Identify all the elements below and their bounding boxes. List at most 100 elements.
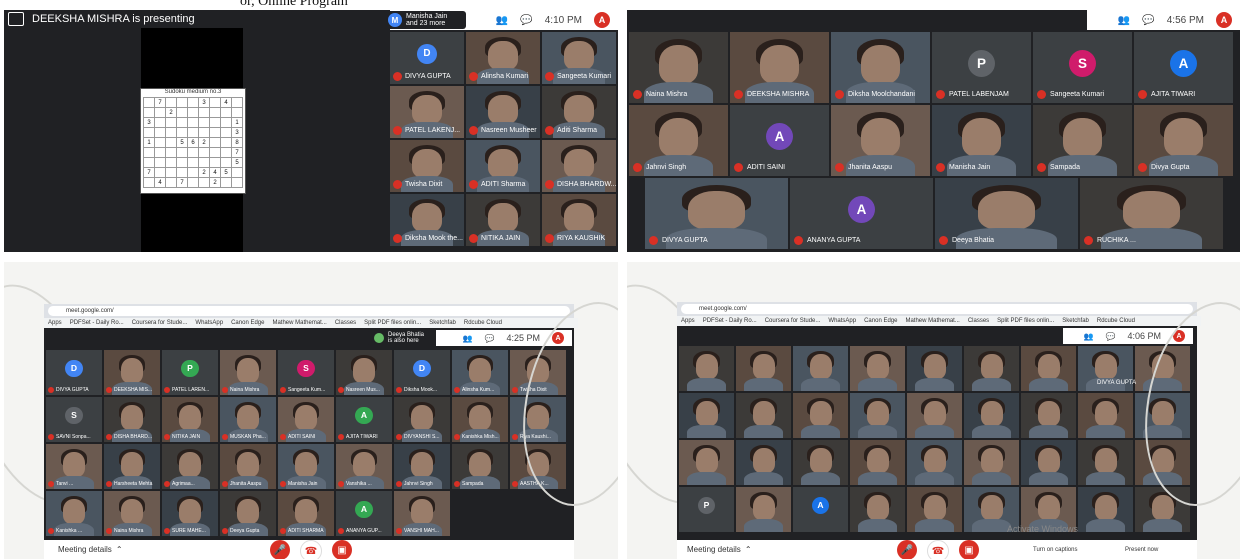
participant-tile[interactable] xyxy=(907,393,962,438)
participant-tile[interactable] xyxy=(736,487,791,532)
participant-tile[interactable]: S Sangeeta Kumari xyxy=(1033,32,1132,103)
bookmark-item[interactable]: Mathew Mathemat... xyxy=(272,320,326,326)
participant-tile[interactable]: Sangeeta Kumari xyxy=(542,32,616,84)
address-bar[interactable]: meet.google.com/ xyxy=(681,304,1193,314)
participant-tile[interactable]: RIYA KAUSHIK xyxy=(542,194,616,246)
participant-tile[interactable]: Nasreen Mus... xyxy=(336,350,392,395)
turn-on-captions-button[interactable]: Turn on captions xyxy=(1033,547,1077,553)
bookmark-item[interactable]: PDFSet - Daily Ro... xyxy=(703,318,757,324)
meeting-details[interactable]: Meeting details xyxy=(687,545,741,554)
bookmark-item[interactable]: Canon Edge xyxy=(864,318,897,324)
participants-icon[interactable]: 👥 xyxy=(1084,332,1094,341)
mic-off-button[interactable]: 🎤 xyxy=(897,540,917,559)
participant-tile[interactable]: S Sangeeta Kum... xyxy=(278,350,334,395)
participant-tile[interactable]: Alinsha Kum... xyxy=(452,350,508,395)
participant-tile[interactable]: DEEKSHA MISHRA xyxy=(730,32,829,103)
participant-tile[interactable]: DISHA BHARDW... xyxy=(542,140,616,192)
participant-tile[interactable] xyxy=(1135,487,1190,532)
participant-tile[interactable]: ADITI SAINI xyxy=(278,397,334,442)
camera-off-button[interactable]: ▣ xyxy=(332,540,352,559)
chat-icon[interactable]: 💬 xyxy=(485,334,495,343)
participant-tile[interactable]: Naina Mishra xyxy=(104,491,160,536)
participant-tile[interactable]: P PATEL LAREN... xyxy=(162,350,218,395)
bookmark-item[interactable]: Sketchfab xyxy=(429,320,456,326)
bookmark-item[interactable]: Split PDF files onlin... xyxy=(364,320,421,326)
participant-tile[interactable] xyxy=(679,440,734,485)
bookmark-item[interactable]: Rdcube Cloud xyxy=(1097,318,1135,324)
participant-tile[interactable] xyxy=(850,440,905,485)
participant-tile[interactable] xyxy=(907,346,962,391)
participant-tile[interactable]: Manisha Jain xyxy=(278,444,334,489)
participant-tile[interactable] xyxy=(850,393,905,438)
participant-tile[interactable] xyxy=(1135,393,1190,438)
participant-tile[interactable] xyxy=(1135,440,1190,485)
camera-off-button[interactable]: ▣ xyxy=(959,540,979,559)
participant-tile[interactable] xyxy=(1021,346,1076,391)
bookmark-item[interactable]: Canon Edge xyxy=(231,320,264,326)
participant-tile[interactable]: Kanishka ... xyxy=(46,491,102,536)
participant-tile[interactable]: Manisha Jain xyxy=(932,105,1031,176)
participant-tile[interactable] xyxy=(1078,487,1133,532)
participant-tile[interactable]: A ADITI SAINI xyxy=(730,105,829,176)
participant-tile[interactable] xyxy=(964,393,1019,438)
bookmark-item[interactable]: Split PDF files onlin... xyxy=(997,318,1054,324)
self-avatar[interactable]: A xyxy=(594,12,610,28)
participant-tile[interactable] xyxy=(1135,346,1190,391)
participant-tile[interactable]: Jhanita Aaspu xyxy=(831,105,930,176)
bookmark-item[interactable]: PDFSet - Daily Ro... xyxy=(70,320,124,326)
participant-tile[interactable] xyxy=(679,393,734,438)
address-bar[interactable]: meet.google.com/ xyxy=(48,306,570,316)
participant-tile[interactable]: ADITI SHARMA xyxy=(278,491,334,536)
participant-tile[interactable]: Twisha Dixit xyxy=(390,140,464,192)
chat-icon[interactable]: 💬 xyxy=(1142,15,1154,26)
participant-tile[interactable]: AASTHA K... xyxy=(510,444,566,489)
participant-tile[interactable]: PATEL LAKENJ... xyxy=(390,86,464,138)
participants-icon[interactable]: 👥 xyxy=(463,334,473,343)
participant-tile[interactable]: A ANANYA GUP... xyxy=(336,491,392,536)
participant-tile[interactable]: P xyxy=(679,487,734,532)
participant-tile[interactable] xyxy=(736,346,791,391)
participant-tile[interactable] xyxy=(679,346,734,391)
participant-tile[interactable]: Agrimaa... xyxy=(162,444,218,489)
participants-icon[interactable]: 👥 xyxy=(1118,15,1130,26)
participant-tile[interactable]: NITIKA JAIN xyxy=(466,194,540,246)
present-now-button[interactable]: Present now xyxy=(1125,547,1158,553)
participant-tile[interactable]: ADITI Sharma xyxy=(466,140,540,192)
participant-tile[interactable]: SURE MAHE... xyxy=(162,491,218,536)
chevron-up-icon[interactable]: ⌃ xyxy=(745,545,752,554)
participant-tile[interactable]: Jahnvi Singh xyxy=(394,444,450,489)
bookmark-item[interactable]: Apps xyxy=(48,320,62,326)
bookmark-item[interactable]: WhatsApp xyxy=(828,318,856,324)
participant-tile[interactable] xyxy=(736,440,791,485)
participant-tile[interactable]: Aditi Sharma xyxy=(542,86,616,138)
participant-tile[interactable]: Jahnvi Singh xyxy=(629,105,728,176)
participant-tile[interactable]: DEEKSHA MIS... xyxy=(104,350,160,395)
participant-tile[interactable]: Nasreen Musheer xyxy=(466,86,540,138)
participant-tile[interactable]: Diksha Mook the... xyxy=(390,194,464,246)
participant-tile[interactable] xyxy=(1021,440,1076,485)
participant-tile[interactable]: D DIVYA GUPTA xyxy=(390,32,464,84)
participant-tile[interactable]: A xyxy=(793,487,848,532)
participant-tile[interactable] xyxy=(964,346,1019,391)
participant-tile[interactable] xyxy=(1078,440,1133,485)
participant-tile[interactable]: Deeya Gupta xyxy=(220,491,276,536)
bookmark-item[interactable]: Mathew Mathemat... xyxy=(905,318,959,324)
participant-tile[interactable]: DIVYANSHI S... xyxy=(394,397,450,442)
participant-tile[interactable]: Kanishka Mish... xyxy=(452,397,508,442)
participants-icon[interactable]: 👥 xyxy=(496,15,508,26)
participant-tile[interactable] xyxy=(736,393,791,438)
bookmark-item[interactable]: Classes xyxy=(968,318,989,324)
participant-tile[interactable]: Tanvi ... xyxy=(46,444,102,489)
participant-tile[interactable]: Alinsha Kumari xyxy=(466,32,540,84)
bookmark-item[interactable]: Rdcube Cloud xyxy=(464,320,502,326)
participant-tile[interactable] xyxy=(1078,393,1133,438)
self-avatar[interactable]: A xyxy=(1173,330,1185,342)
chat-icon[interactable]: 💬 xyxy=(1106,332,1116,341)
bookmark-item[interactable]: Coursera for Stude... xyxy=(765,318,821,324)
participant-tile[interactable]: A ANANYA GUPTA xyxy=(790,178,933,249)
bookmark-item[interactable]: WhatsApp xyxy=(195,320,223,326)
participant-tile[interactable] xyxy=(907,487,962,532)
self-avatar[interactable]: A xyxy=(552,332,564,344)
participant-tile[interactable]: MUSKAN Pha... xyxy=(220,397,276,442)
participant-tile[interactable] xyxy=(1021,393,1076,438)
